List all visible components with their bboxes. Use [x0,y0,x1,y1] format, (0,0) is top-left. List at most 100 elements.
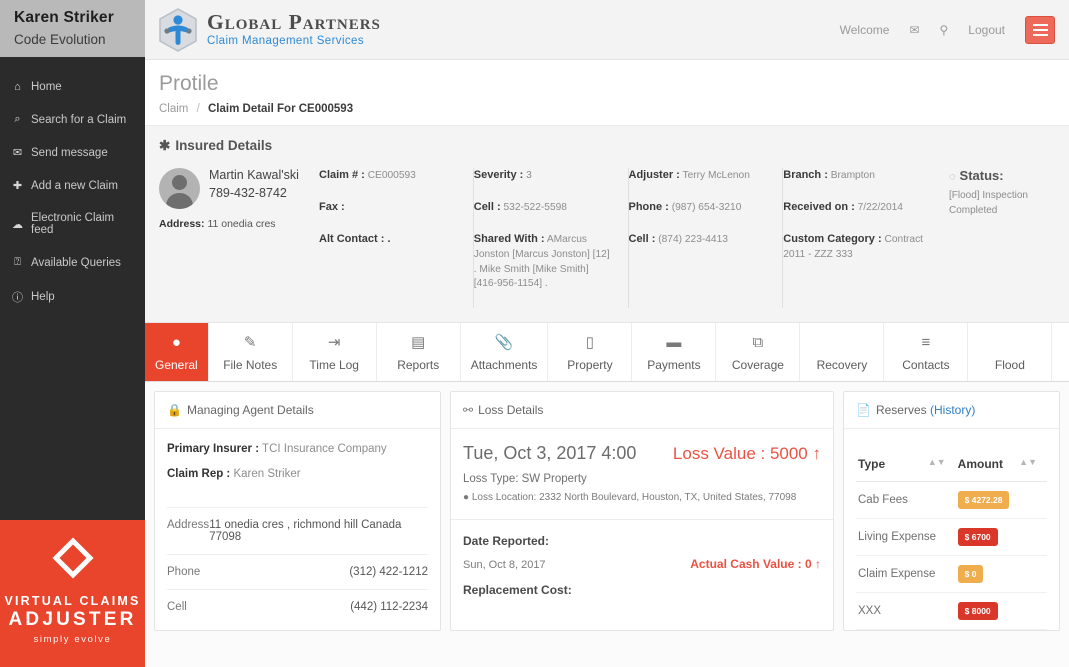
loss-details-panel: ⚯Loss Details Tue, Oct 3, 2017 4:00 Loss… [450,391,834,631]
loss-type: Loss Type: SW Property [463,473,821,485]
divider [451,519,833,520]
tab-payments[interactable]: ▬ Payments [632,323,716,381]
table-row: Phone (312) 422-1212 [167,554,428,589]
sidebar-item-available-queries[interactable]: ⍰ Available Queries [0,246,145,279]
tab-reports[interactable]: ▤ Reports [377,323,461,381]
envelope-icon[interactable]: ✉ [909,23,919,37]
insured-details-title-text: Insured Details [175,138,272,153]
question-circle-icon: ⍰ [11,256,24,269]
loss-location-text: Loss Location: 2332 North Boulevard, Hou… [472,492,796,503]
sidebar-item-label: Available Queries [31,257,121,269]
cloud-icon: ☁ [11,218,24,231]
loss-value-arrow-icon: ↑ [813,444,822,463]
field-label: Alt Contact : . [319,233,391,245]
sidebar-item-label: Search for a Claim [31,114,126,126]
reserves-col-type[interactable]: Type▲▼ [856,449,956,482]
row-value: (442) 112-2234 [350,601,428,613]
reserve-amount-cell: $ 6700 [956,519,1047,556]
logout-link[interactable]: Logout [968,23,1005,37]
reserves-panel: 📄 Reserves (History) Type▲▼ Amount ▲▼ [843,391,1060,631]
reserve-amount-cell: $ 0 [956,556,1047,593]
field-label: Adjuster : [629,169,680,181]
field-adjuster-cell: Cell : (874) 223-4413 [629,232,769,248]
loss-details-panel-title: Loss Details [478,403,543,417]
managing-agent-panel-title: Managing Agent Details [187,403,314,417]
actual-cash-value: Actual Cash Value : 0 ↑ [690,557,821,571]
loss-date: Tue, Oct 3, 2017 4:00 [463,443,636,464]
tab-flood[interactable]: Flood [968,323,1052,381]
copy-files-icon: ⧉ [726,333,789,352]
table-row: Claim Expense $ 0 [856,556,1047,593]
tab-label: File Notes [219,358,282,372]
reserve-type: Claim Expense [856,556,956,593]
managing-agent-panel-header: 🔒Managing Agent Details [155,392,440,429]
sidebar: Karen Striker Code Evolution ⌂ Home ⌕ Se… [0,0,145,667]
global-partners-logo-icon [155,7,201,53]
reserves-panel-title: Reserves [876,403,927,417]
tab-property[interactable]: ▯ Property [548,323,632,381]
sidebar-item-home[interactable]: ⌂ Home [0,71,145,103]
tab-label: Property [558,358,621,372]
sidebar-org-name: Code Evolution [14,32,145,47]
sidebar-item-search-for-a-claim[interactable]: ⌕ Search for a Claim [0,103,145,136]
managing-agent-panel-body: Primary Insurer : TCI Insurance Company … [155,429,440,624]
insured-details-title: ✱Insured Details [159,138,1055,154]
date-reported-value: Sun, Oct 8, 2017 [463,559,546,571]
file-icon: 📄 [856,403,871,417]
reserves-history-link[interactable]: (History) [930,403,975,417]
field-value: 532-522-5598 [504,202,567,213]
sidebar-item-add-a-new-claim[interactable]: ✚ Add a new Claim [0,169,145,202]
tab-attachments[interactable]: 📎 Attachments [461,323,549,381]
field-label: Claim # : [319,169,365,181]
virtual-claims-adjuster-logo: VIRTUAL CLAIMS ADJUSTER simply evolve [0,520,145,667]
field-label: Cell : [474,201,501,213]
reserves-panel-body: Type▲▼ Amount▲▼ Cab Fees $ 4272.28 Livin… [844,429,1059,630]
sidebar-user-name: Karen Striker [14,9,145,27]
sign-in-icon: ⇥ [303,333,366,352]
sidebar-item-send-message[interactable]: ✉ Send message [0,136,145,169]
row-label: Address [167,519,209,543]
tab-general[interactable]: ● General [145,323,209,381]
loss-value: Loss Value : 5000 ↑ [673,444,821,464]
sort-icon[interactable]: ▲▼ [928,457,946,467]
hamburger-menu-icon[interactable] [1025,16,1055,44]
field-label: Received on : [783,201,855,213]
tab-coverage[interactable]: ⧉ Coverage [716,323,800,381]
col-label: Amount [958,457,1003,471]
insured-details-section: ✱Insured Details Martin Kawal'ski 789-43… [145,126,1069,323]
search-icon[interactable]: ⚲ [940,23,949,37]
tab-time-log[interactable]: ⇥ Time Log [293,323,377,381]
sidebar-item-label: Electronic Claim feed [31,212,135,236]
field-adjuster: Adjuster : Terry McLenon [629,168,769,184]
tab-contacts[interactable]: ≡ Contacts [884,323,968,381]
acv-arrow-icon: ↑ [815,557,821,571]
claim-rep-label: Claim Rep : [167,468,230,480]
insured-column-3: Adjuster : Terry McLenon Phone : (987) 6… [629,168,784,308]
brand[interactable]: Global Partners Claim Management Service… [155,7,381,53]
tab-recovery[interactable]: Recovery [800,323,884,381]
breadcrumb-root[interactable]: Claim [159,103,188,115]
date-reported-label: Date Reported: [463,534,821,548]
sort-icon[interactable]: ▲▼ [1019,457,1037,467]
sidebar-item-electronic-claim-feed[interactable]: ☁ Electronic Claim feed [0,202,145,246]
page-header: Protile Claim / Claim Detail For CE00059… [145,60,1069,126]
breadcrumb-current: Claim Detail For CE000593 [208,103,353,115]
reserves-col-amount[interactable]: Amount ▲▼ [956,449,1047,482]
field-shared-with: Shared With : AMarcus Jonston [Marcus Jo… [474,232,614,292]
tab-file-notes[interactable]: ✎ File Notes [209,323,293,381]
row-value: (312) 422-1212 [349,566,428,578]
tab-label: Reports [387,358,450,372]
tab-label: Contacts [894,358,957,372]
tab-label: Attachments [471,358,538,372]
loss-details-panel-header: ⚯Loss Details [451,392,833,429]
field-custom-category: Custom Category : Contract 2011 - ZZZ 33… [783,232,923,263]
sidebar-item-help[interactable]: ⓘ Help [0,279,145,315]
field-value: (987) 654-3210 [672,202,742,213]
breadcrumb: Claim / Claim Detail For CE000593 [159,103,1069,115]
tab-label: Payments [642,358,705,372]
top-bar: Global Partners Claim Management Service… [145,0,1069,60]
avatar [159,168,200,209]
brand-subtitle: Claim Management Services [207,36,381,48]
field-cell: Cell : 532-522-5598 [474,200,614,216]
status-badge: $ 6700 [958,528,998,546]
